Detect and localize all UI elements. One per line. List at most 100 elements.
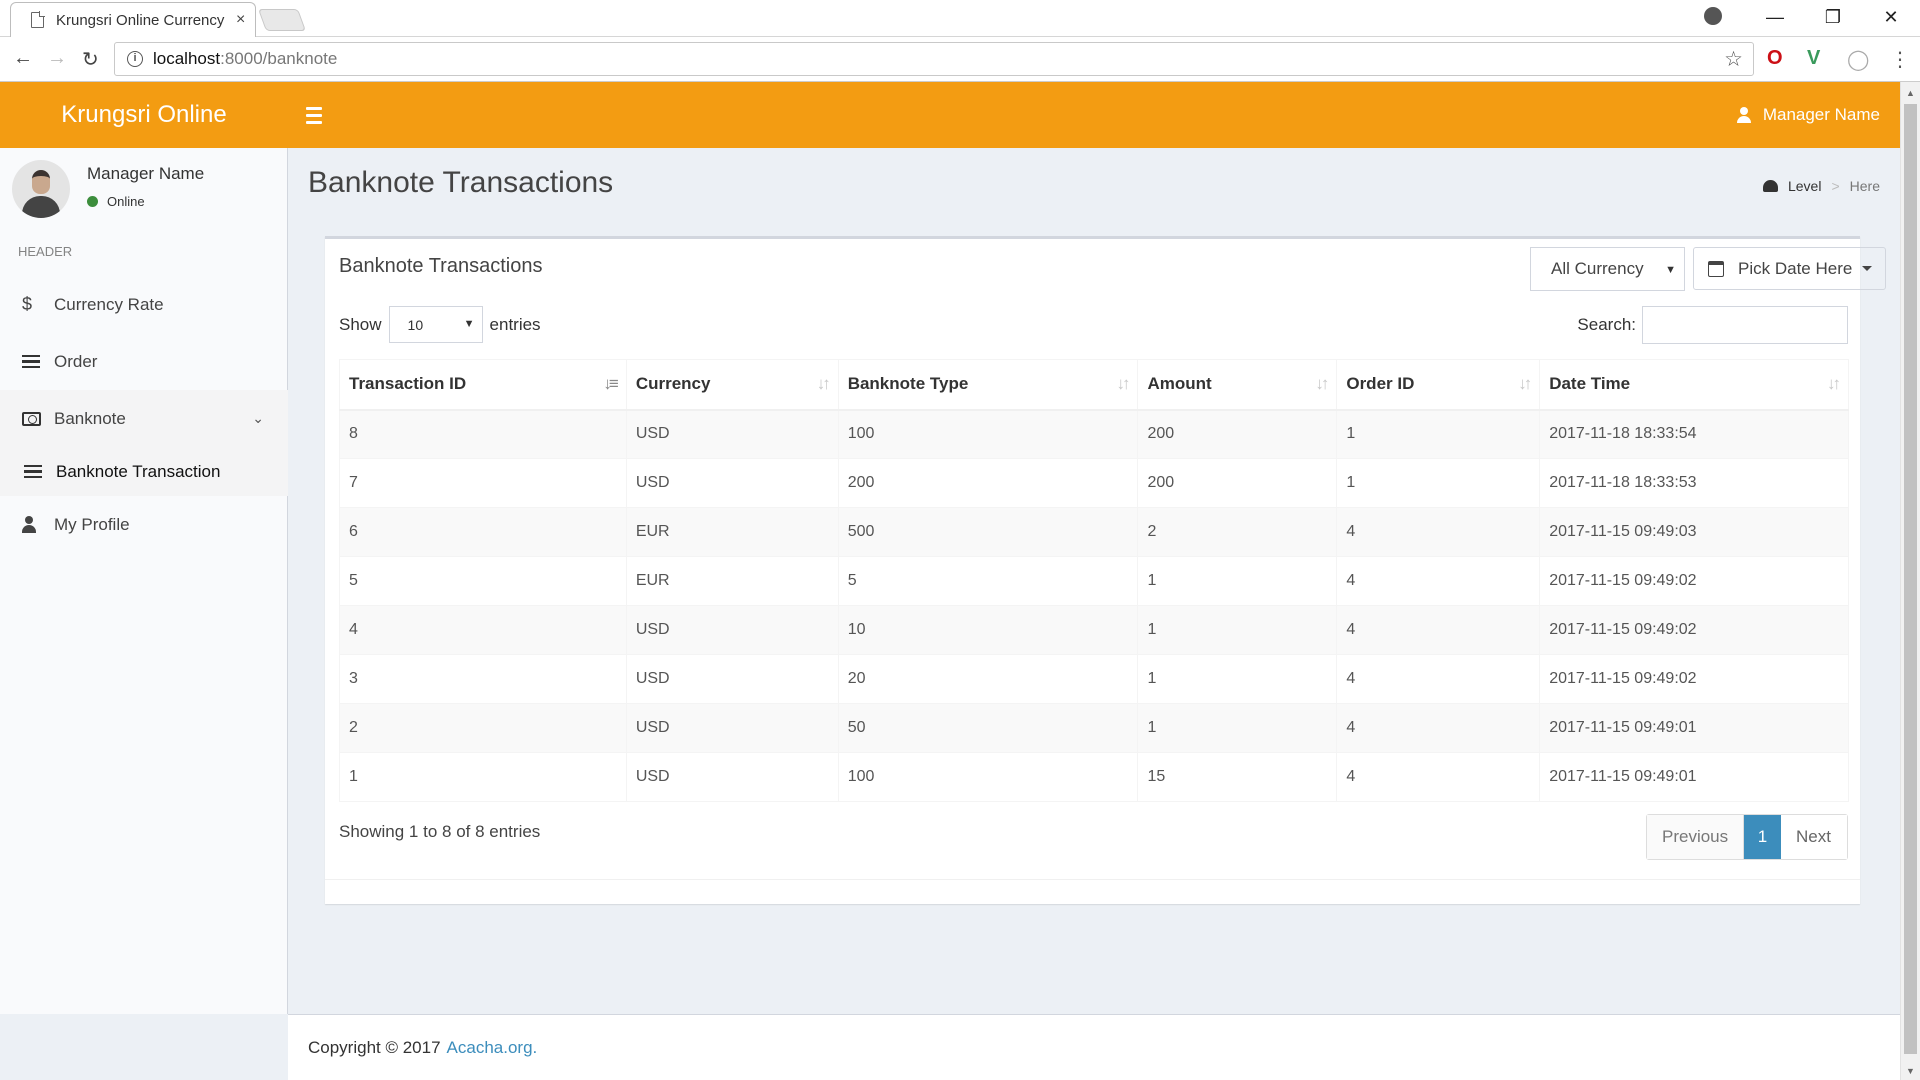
- entries-length-select[interactable]: 10 ▼: [388, 306, 483, 343]
- sort-icon: ↓↑: [1827, 374, 1841, 393]
- user-panel: Manager Name Online: [0, 148, 288, 238]
- browser-menu-icon[interactable]: ⋮: [1890, 47, 1910, 72]
- sidebar-item-my-profile[interactable]: My Profile: [0, 496, 288, 553]
- sidebar-item-label: My Profile: [54, 514, 130, 534]
- page-icon: [31, 11, 45, 28]
- extension-icon[interactable]: ◯: [1847, 47, 1869, 72]
- browser-tab[interactable]: Krungsri Online Currency ×: [10, 2, 256, 37]
- cell-banknote-type: 50: [837, 703, 1139, 753]
- cell-order-id: 4: [1336, 605, 1541, 655]
- table-row: 3 USD 20 1 4 2017-11-15 09:49:02: [339, 654, 1849, 704]
- cell-date-time: 2017-11-18 18:33:54: [1539, 409, 1849, 459]
- forward-arrow-icon[interactable]: →: [47, 47, 67, 70]
- site-info-icon[interactable]: i: [127, 51, 143, 67]
- pagination-previous-button[interactable]: Previous: [1647, 815, 1744, 859]
- cell-date-time: 2017-11-15 09:49:01: [1539, 703, 1849, 753]
- cell-transaction-id: 4: [339, 605, 627, 655]
- cell-transaction-id: 7: [339, 458, 627, 508]
- pagination-page-1[interactable]: 1: [1744, 815, 1781, 859]
- sidebar-toggle-icon[interactable]: [300, 102, 328, 128]
- sidebar-item-label: Order: [54, 351, 98, 371]
- list-icon: [22, 354, 40, 369]
- table-header-row: Transaction ID ↓≡ Currency ↓↑ Banknote Typ…: [339, 359, 1849, 411]
- new-tab-button[interactable]: [257, 9, 307, 31]
- page-scrollbar[interactable]: ▲ ▼: [1900, 82, 1920, 1080]
- sidebar-menu: $ Currency Rate Order Banknote ⌄ Banknot…: [0, 276, 288, 553]
- column-header-banknote-type[interactable]: Banknote Type ↓↑: [837, 359, 1139, 411]
- pagination-next-button[interactable]: Next: [1781, 815, 1847, 859]
- entries-label: entries: [489, 314, 541, 334]
- opera-extension-icon[interactable]: O: [1767, 47, 1783, 70]
- cell-currency: USD: [625, 654, 839, 704]
- browser-profile-icon[interactable]: [1704, 7, 1722, 25]
- table-row: 8 USD 100 200 1 2017-11-18 18:33:54: [339, 409, 1849, 459]
- dashboard-icon: [1762, 180, 1778, 192]
- sort-icon: ↓↑: [1518, 374, 1532, 393]
- cell-order-id: 1: [1336, 458, 1541, 508]
- column-header-order-id[interactable]: Order ID ↓↑: [1336, 359, 1541, 411]
- address-bar[interactable]: i localhost:8000/banknote ☆: [114, 42, 1754, 76]
- cell-transaction-id: 6: [339, 507, 627, 557]
- cell-banknote-type: 100: [837, 752, 1139, 802]
- cell-amount: 15: [1137, 752, 1338, 802]
- table-search: Search:: [1577, 306, 1848, 344]
- cell-amount: 1: [1137, 605, 1338, 655]
- cell-amount: 1: [1137, 654, 1338, 704]
- cell-order-id: 4: [1336, 556, 1541, 606]
- copyright-text: Copyright © 2017: [308, 1037, 441, 1057]
- cell-amount: 1: [1137, 556, 1338, 606]
- minimize-button[interactable]: —: [1746, 7, 1804, 28]
- sidebar-item-label: Banknote Transaction: [56, 461, 221, 481]
- sidebar-item-currency-rate[interactable]: $ Currency Rate: [0, 276, 288, 333]
- sidebar-item-order[interactable]: Order: [0, 333, 288, 390]
- search-input[interactable]: [1642, 306, 1848, 344]
- tab-close-icon[interactable]: ×: [236, 11, 245, 29]
- box-divider: [325, 879, 1860, 880]
- list-icon: [24, 464, 42, 479]
- table-row: 6 EUR 500 2 4 2017-11-15 09:49:03: [339, 507, 1849, 557]
- cell-banknote-type: 200: [837, 458, 1139, 508]
- breadcrumb-level[interactable]: Level: [1788, 178, 1821, 194]
- restore-button[interactable]: ❐: [1804, 7, 1862, 28]
- scroll-up-icon[interactable]: ▲: [1906, 88, 1915, 98]
- dollar-icon: $: [22, 294, 33, 314]
- cell-amount: 200: [1137, 409, 1338, 459]
- scrollbar-thumb[interactable]: [1904, 104, 1917, 1054]
- cell-amount: 200: [1137, 458, 1338, 508]
- cell-order-id: 4: [1336, 752, 1541, 802]
- table-info: Showing 1 to 8 of 8 entries: [339, 822, 541, 841]
- tab-title: Krungsri Online Currency: [56, 11, 225, 29]
- breadcrumb-here: Here: [1849, 178, 1880, 194]
- back-arrow-icon[interactable]: ←: [13, 47, 33, 70]
- scroll-down-icon[interactable]: ▼: [1906, 1066, 1915, 1076]
- close-window-button[interactable]: ✕: [1862, 7, 1920, 28]
- column-header-amount[interactable]: Amount ↓↑: [1137, 359, 1338, 411]
- cell-currency: USD: [625, 458, 839, 508]
- vue-devtools-icon[interactable]: V: [1807, 47, 1820, 70]
- reload-icon[interactable]: ↻: [82, 47, 99, 72]
- page-title: Banknote Transactions: [308, 166, 614, 199]
- status-label: Online: [107, 194, 145, 209]
- bookmark-star-icon[interactable]: ☆: [1724, 47, 1743, 72]
- user-icon: [1736, 107, 1751, 123]
- column-header-transaction-id[interactable]: Transaction ID ↓≡: [339, 359, 627, 411]
- sidebar-item-banknote-transaction[interactable]: Banknote Transaction: [0, 447, 288, 496]
- cell-date-time: 2017-11-18 18:33:53: [1539, 458, 1849, 508]
- cell-order-id: 4: [1336, 703, 1541, 753]
- user-menu[interactable]: Manager Name: [1736, 82, 1880, 148]
- app-logo[interactable]: Krungsri Online: [0, 82, 288, 148]
- currency-filter-select[interactable]: All Currency ▼: [1530, 247, 1685, 291]
- column-header-date-time[interactable]: Date Time ↓↑: [1539, 359, 1849, 411]
- cell-order-id: 4: [1336, 507, 1541, 557]
- cell-currency: USD: [625, 605, 839, 655]
- date-picker-button[interactable]: Pick Date Here: [1693, 247, 1886, 290]
- footer-org-link[interactable]: Acacha.org.: [447, 1038, 538, 1058]
- column-header-currency[interactable]: Currency ↓↑: [625, 359, 839, 411]
- cell-transaction-id: 1: [339, 752, 627, 802]
- table-row: 1 USD 100 15 4 2017-11-15 09:49:01: [339, 752, 1849, 802]
- sidebar-item-banknote[interactable]: Banknote ⌄: [0, 390, 288, 447]
- cell-date-time: 2017-11-15 09:49:02: [1539, 605, 1849, 655]
- cell-amount: 1: [1137, 703, 1338, 753]
- cell-banknote-type: 100: [837, 409, 1139, 459]
- cell-order-id: 4: [1336, 654, 1541, 704]
